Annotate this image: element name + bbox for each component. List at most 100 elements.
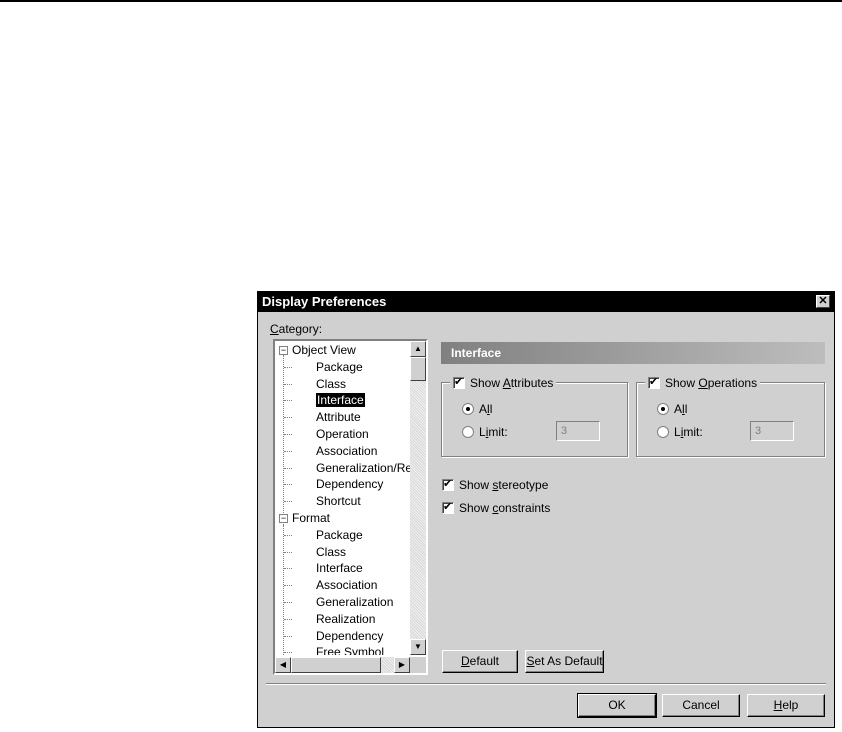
- tree-vertical-scrollbar[interactable]: ▲ ▼: [410, 341, 426, 655]
- tree-connector: [283, 355, 284, 525]
- tree-item-label: Shortcut: [316, 494, 361, 509]
- attributes-all-radio-icon[interactable]: [462, 403, 474, 415]
- scroll-down-icon: ▼: [414, 642, 422, 651]
- tree-connector: [284, 551, 292, 553]
- category-label: Category:: [270, 322, 323, 336]
- tree-item[interactable]: − Object View: [279, 342, 356, 358]
- show-stereotype-check-icon[interactable]: [442, 477, 454, 491]
- vertical-scroll-thumb[interactable]: [410, 357, 426, 381]
- tree-item-label: Operation: [316, 427, 369, 441]
- scroll-down-button[interactable]: ▼: [410, 639, 426, 655]
- tree-item-label: Interface: [316, 561, 363, 576]
- tree-item-label: Class: [316, 544, 347, 559]
- default-button[interactable]: Default: [442, 650, 518, 673]
- tree-item-label: Package: [316, 527, 363, 542]
- tree-item[interactable]: Class: [316, 544, 346, 560]
- tree-item-label: Interface: [316, 393, 365, 408]
- section-title: Interface: [441, 342, 825, 364]
- operations-all-radio[interactable]: All: [657, 401, 687, 417]
- tree-item[interactable]: − Format: [279, 510, 330, 526]
- show-constraints-label: Show constraints: [459, 501, 551, 515]
- attributes-limit-input[interactable]: 3: [556, 421, 600, 441]
- tree-item-label: Association: [316, 443, 378, 458]
- default-button-text: efault: [469, 654, 500, 668]
- tree-item[interactable]: Shortcut: [316, 493, 361, 509]
- tree-connector: [284, 417, 292, 419]
- tree-connector: [284, 450, 292, 452]
- attributes-limit-radio[interactable]: Limit:: [462, 424, 508, 440]
- tree-item[interactable]: Interface: [316, 392, 365, 408]
- operations-limit-input[interactable]: 3: [750, 421, 794, 441]
- close-button[interactable]: ✕: [816, 295, 830, 308]
- tree-connector: [284, 568, 292, 570]
- help-button-text: elp: [782, 698, 799, 712]
- operations-limit-label: Limit:: [674, 425, 703, 439]
- collapse-icon[interactable]: −: [279, 346, 288, 356]
- operations-all-radio-icon[interactable]: [657, 403, 669, 415]
- scroll-right-button[interactable]: ▶: [394, 657, 410, 673]
- tree-connector: [284, 484, 292, 486]
- tree-connector: [284, 400, 292, 402]
- tree-horizontal-scrollbar[interactable]: ◀ ▶: [275, 657, 410, 673]
- tree-connector: [284, 585, 292, 587]
- cancel-button[interactable]: Cancel: [662, 694, 740, 717]
- tree-item-label: Generalization: [316, 595, 394, 609]
- attributes-all-label: All: [479, 402, 493, 416]
- tree-item[interactable]: Realization: [316, 611, 375, 627]
- tree-item-label: Dependency: [316, 628, 384, 643]
- tree-item[interactable]: Operation: [316, 426, 369, 442]
- show-operations-label: Show Operations: [665, 376, 758, 390]
- collapse-icon[interactable]: −: [279, 514, 288, 524]
- tree-item-label: Free Symbol: [316, 645, 385, 655]
- scrollbar-corner: [410, 657, 426, 673]
- tree-connector: [284, 501, 292, 503]
- attributes-limit-radio-icon[interactable]: [462, 426, 474, 438]
- display-preferences-dialog: Display Preferences ✕ Category: − Object …: [257, 291, 835, 728]
- tree-item[interactable]: Free Symbol: [316, 644, 384, 655]
- show-constraints-check-icon[interactable]: [442, 500, 454, 514]
- category-label-text: ategory:: [278, 322, 323, 336]
- show-stereotype-checkbox[interactable]: Show stereotype: [442, 477, 548, 493]
- tree-item[interactable]: Package: [316, 527, 363, 543]
- close-icon: ✕: [818, 295, 828, 307]
- operations-limit-radio-icon[interactable]: [657, 426, 669, 438]
- tree-item-label: Format: [292, 511, 331, 525]
- tree-item-label: Package: [316, 359, 363, 374]
- tree-item[interactable]: Attribute: [316, 409, 361, 425]
- operations-limit-radio[interactable]: Limit:: [657, 424, 703, 440]
- tree-item-label: Object View: [292, 343, 356, 357]
- tree-connector: [284, 366, 292, 368]
- scroll-left-button[interactable]: ◀: [275, 657, 291, 673]
- set-as-default-button[interactable]: Set As Default: [525, 650, 604, 673]
- category-tree[interactable]: − Object View Package Class Interface Attribu…: [273, 339, 428, 675]
- tree-item[interactable]: Generalization/Rea: [316, 460, 410, 476]
- attributes-all-radio[interactable]: All: [462, 401, 492, 417]
- show-attributes-check-icon[interactable]: [453, 375, 465, 389]
- horizontal-scroll-thumb[interactable]: [291, 657, 381, 673]
- button-separator: [266, 683, 826, 685]
- dialog-title-bar[interactable]: Display Preferences ✕: [258, 292, 834, 312]
- tree-item-label: Generalization/Rea: [316, 460, 410, 475]
- dialog-title: Display Preferences: [262, 294, 387, 309]
- tree-connector: [284, 618, 292, 620]
- tree-item[interactable]: Association: [316, 577, 377, 593]
- tree-connector: [284, 383, 292, 385]
- tree-item[interactable]: Generalization: [316, 594, 393, 610]
- show-constraints-checkbox[interactable]: Show constraints: [442, 500, 550, 516]
- tree-item[interactable]: Class: [316, 376, 346, 392]
- ok-button[interactable]: OK: [577, 693, 657, 718]
- tree-item[interactable]: Interface: [316, 560, 363, 576]
- tree-item[interactable]: Dependency: [316, 628, 383, 644]
- scroll-left-icon: ◀: [279, 660, 287, 669]
- tree-item[interactable]: Association: [316, 443, 377, 459]
- tree-item-label: Attribute: [316, 410, 361, 425]
- show-attributes-checkbox[interactable]: Show Attributes: [450, 375, 557, 391]
- scroll-up-button[interactable]: ▲: [410, 341, 426, 357]
- tree-item[interactable]: Package: [316, 359, 363, 375]
- tree-item[interactable]: Dependency: [316, 476, 383, 492]
- help-button[interactable]: Help: [747, 694, 825, 717]
- show-attributes-label: Show Attributes: [470, 376, 554, 390]
- show-operations-checkbox[interactable]: Show Operations: [645, 375, 761, 391]
- show-operations-check-icon[interactable]: [648, 375, 660, 389]
- tree-item-label: Association: [316, 578, 378, 593]
